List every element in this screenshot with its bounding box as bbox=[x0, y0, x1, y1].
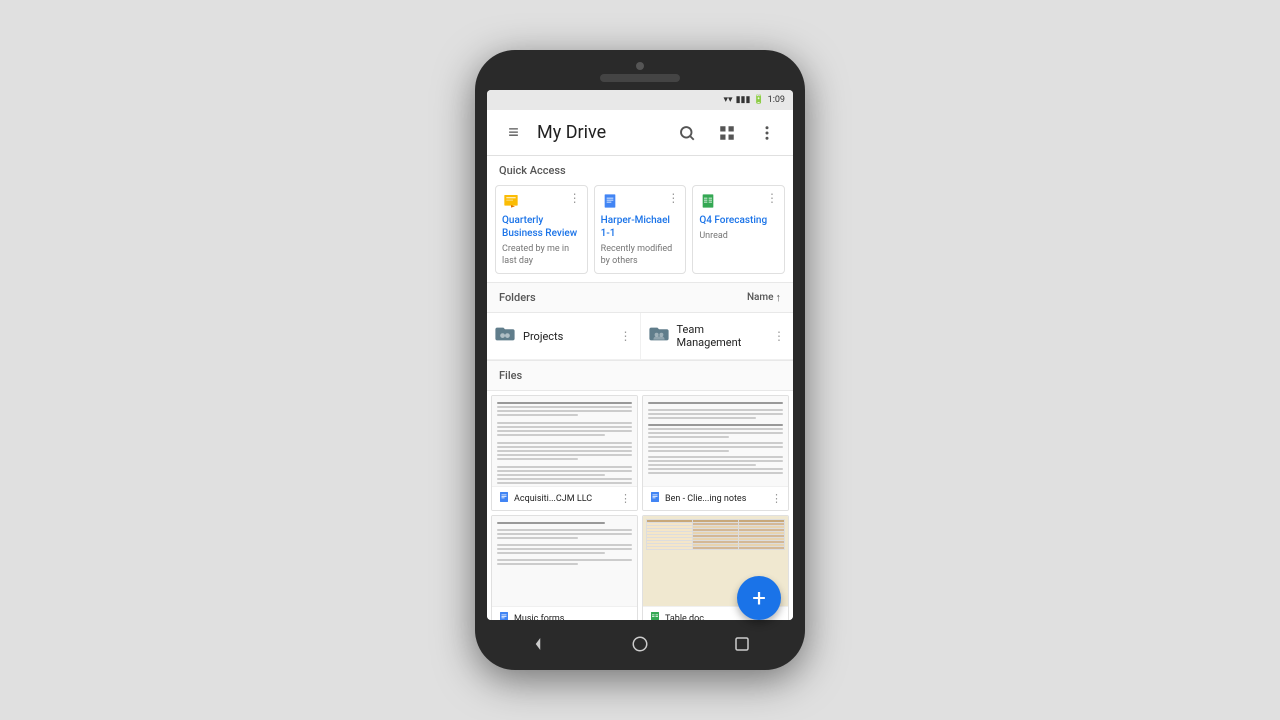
phone-speaker bbox=[600, 74, 680, 82]
doc-icon bbox=[498, 611, 510, 620]
file-info: Music forms bbox=[492, 606, 637, 620]
file-more-icon[interactable]: ⋮ bbox=[771, 492, 782, 505]
more-vertical-icon bbox=[758, 124, 776, 142]
folder-item-team-management[interactable]: Team Management ⋮ bbox=[641, 313, 794, 360]
qa-item-name: Harper-Michael 1-1 bbox=[601, 214, 680, 240]
folder-more-icon[interactable]: ⋮ bbox=[773, 329, 785, 343]
grid-view-button[interactable] bbox=[711, 117, 743, 149]
phone-device: ▾▾ ▮▮▮ 🔋 1:09 ≡ My Drive bbox=[475, 50, 805, 670]
qa-card-header: ⋮ bbox=[502, 192, 581, 210]
quick-access-row: ⋮ Quarterly Business Review Created by m… bbox=[487, 181, 793, 282]
doc-icon bbox=[498, 491, 510, 506]
phone-screen: ▾▾ ▮▮▮ 🔋 1:09 ≡ My Drive bbox=[487, 90, 793, 620]
battery-icon: 🔋 bbox=[753, 95, 764, 105]
back-icon bbox=[529, 635, 547, 653]
more-options-button[interactable] bbox=[751, 117, 783, 149]
search-icon bbox=[678, 124, 696, 142]
sort-button[interactable]: Name ↑ bbox=[747, 291, 781, 304]
app-bar: ≡ My Drive bbox=[487, 110, 793, 156]
doc-icon bbox=[649, 491, 661, 506]
phone-camera bbox=[636, 62, 644, 70]
recents-button[interactable] bbox=[733, 635, 751, 658]
search-button[interactable] bbox=[671, 117, 703, 149]
qa-card-q4[interactable]: ⋮ Q4 Forecasting Unread bbox=[692, 185, 785, 274]
file-card-0[interactable]: Acquisiti...CJM LLC ⋮ bbox=[491, 395, 638, 511]
folder-icon bbox=[649, 326, 669, 347]
sheets-icon bbox=[699, 192, 717, 210]
home-button[interactable] bbox=[631, 635, 649, 658]
file-name: Music forms bbox=[514, 614, 631, 620]
hamburger-icon: ≡ bbox=[508, 122, 518, 143]
file-preview bbox=[492, 516, 637, 606]
file-preview bbox=[492, 396, 637, 486]
qa-item-name: Quarterly Business Review bbox=[502, 214, 581, 240]
qa-item-meta: Created by me in last day bbox=[502, 244, 581, 267]
docs-icon bbox=[601, 192, 619, 210]
status-bar: ▾▾ ▮▮▮ 🔋 1:09 bbox=[487, 90, 793, 110]
qa-more-icon[interactable]: ⋮ bbox=[766, 192, 778, 204]
qa-item-name: Q4 Forecasting bbox=[699, 214, 778, 227]
plus-icon: + bbox=[752, 584, 766, 612]
square-icon bbox=[733, 635, 751, 653]
folder-shared-icon bbox=[495, 326, 515, 347]
qa-card-harper[interactable]: ⋮ Harper-Michael 1-1 Recently modified b… bbox=[594, 185, 687, 274]
file-name: Ben - Clie...ing notes bbox=[665, 494, 767, 504]
fab-button[interactable]: + bbox=[737, 576, 781, 620]
folder-name: Projects bbox=[523, 330, 612, 343]
menu-button[interactable]: ≡ bbox=[497, 117, 529, 149]
files-section-header: Files bbox=[487, 360, 793, 391]
sheets-icon bbox=[649, 611, 661, 620]
qa-card-header: ⋮ bbox=[601, 192, 680, 210]
slides-icon bbox=[502, 192, 520, 210]
main-content: Quick Access ⋮ bbox=[487, 156, 793, 620]
quick-access-header: Quick Access bbox=[487, 156, 793, 181]
status-time: 1:09 bbox=[768, 95, 785, 105]
phone-bottom-bar bbox=[487, 626, 793, 666]
folder-item-projects[interactable]: Projects ⋮ bbox=[487, 313, 641, 360]
file-more-icon[interactable]: ⋮ bbox=[620, 492, 631, 505]
qa-card-quarterly[interactable]: ⋮ Quarterly Business Review Created by m… bbox=[495, 185, 588, 274]
home-circle-icon bbox=[631, 635, 649, 653]
file-card-1[interactable]: Ben - Clie...ing notes ⋮ bbox=[642, 395, 789, 511]
file-name: Acquisiti...CJM LLC bbox=[514, 494, 616, 504]
folders-row: Projects ⋮ Team Management ⋮ bbox=[487, 313, 793, 360]
qa-card-header: ⋮ bbox=[699, 192, 778, 210]
folder-more-icon[interactable]: ⋮ bbox=[620, 329, 632, 343]
file-info: Ben - Clie...ing notes ⋮ bbox=[643, 486, 788, 510]
sort-arrow-icon: ↑ bbox=[776, 291, 782, 304]
file-info: Acquisiti...CJM LLC ⋮ bbox=[492, 486, 637, 510]
qa-item-meta: Recently modified by others bbox=[601, 244, 680, 267]
file-card-2[interactable]: Music forms bbox=[491, 515, 638, 620]
status-icons: ▾▾ ▮▮▮ 🔋 1:09 bbox=[724, 95, 785, 105]
back-button[interactable] bbox=[529, 635, 547, 658]
qa-item-meta: Unread bbox=[699, 231, 778, 243]
qa-more-icon[interactable]: ⋮ bbox=[667, 192, 679, 204]
signal-icon: ▮▮▮ bbox=[736, 95, 751, 105]
wifi-icon: ▾▾ bbox=[724, 95, 733, 105]
page-title: My Drive bbox=[537, 122, 663, 143]
folders-section-header: Folders Name ↑ bbox=[487, 282, 793, 313]
grid-icon bbox=[718, 124, 736, 142]
qa-more-icon[interactable]: ⋮ bbox=[569, 192, 581, 204]
file-preview bbox=[643, 396, 788, 486]
folder-name: Team Management bbox=[677, 323, 766, 349]
